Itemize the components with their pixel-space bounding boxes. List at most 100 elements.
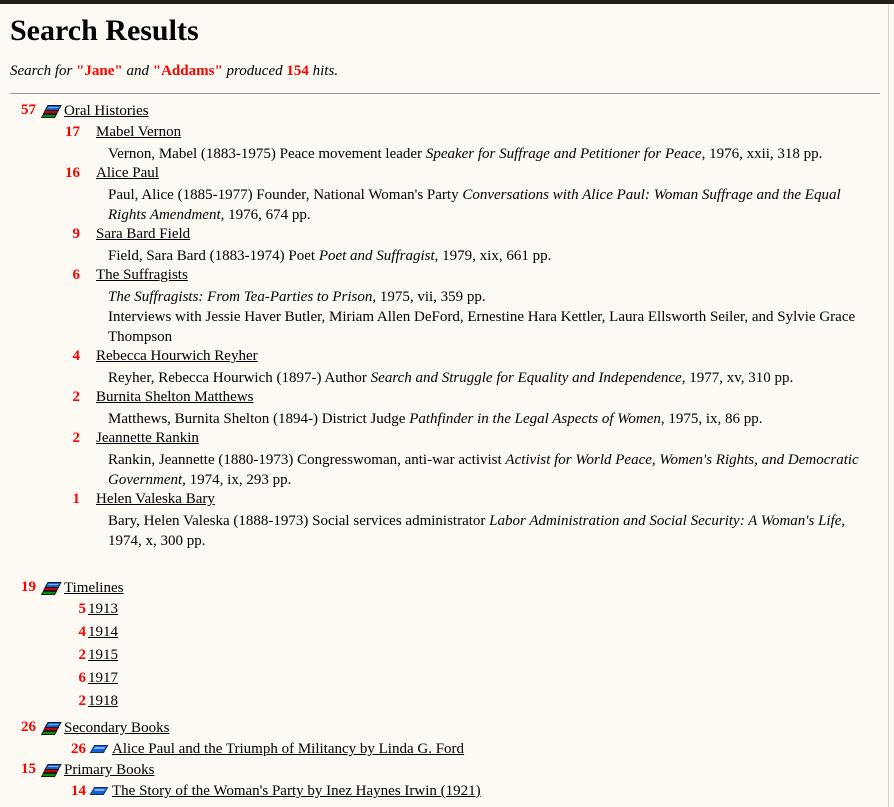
entry-description: Reyher, Rebecca Hourwich (1897-) Author … [0,368,888,388]
entry-desc-pre: Rankin, Jeannette (1880-1973) Congresswo… [108,452,506,468]
group-link-oral-histories[interactable]: Oral Histories [64,103,149,119]
year-link[interactable]: 1913 [88,601,118,617]
list-item: 2 Burnita Shelton Matthews Matthews, Burn… [0,388,888,429]
entry-link[interactable]: Rebecca Hourwich Reyher [96,348,258,364]
results-page: Search Results Search for "Jane" and "Ad… [0,4,888,807]
stacked-books-icon [40,103,62,120]
entry-link[interactable]: Helen Valeska Bary [96,491,215,507]
entry-link[interactable]: Alice Paul [96,165,159,181]
entry-count: 4 [72,348,81,364]
list-item: 2 Jeannette Rankin Rankin, Jeannette (188… [0,429,888,490]
search-conjunction: and [122,63,153,79]
entry-desc-post: , 1975, vii, 359 pp. [372,289,486,305]
entry-desc-post: , 1976, xxii, 318 pp. [701,146,823,162]
stacked-books-icon [40,580,62,597]
year-link[interactable]: 1914 [88,624,118,640]
list-item: 16 Alice Paul Paul, Alice (1885-1977) Fou… [0,164,888,225]
entry-link[interactable]: Jeannette Rankin [96,430,199,446]
entry-description: Field, Sara Bard (1883-1974) Poet Poet a… [0,246,888,266]
entry-count: 6 [72,267,81,283]
list-item: 26 Alice Paul and the Triumph of Militanc… [0,740,888,761]
entry-count: 1 [72,491,81,507]
year-count: 2 [78,693,87,709]
book-icon [89,742,109,758]
entry-desc-pre: Matthews, Burnita Shelton (1894-) Distri… [108,411,410,427]
entry-description: Paul, Alice (1885-1977) Founder, Nationa… [0,185,888,225]
entry-desc-title: Pathfinder in the Legal Aspects of Women [409,411,661,427]
group-count: 57 [21,102,36,118]
list-item: 14 The Story of the Woman's Party by Inez… [0,782,888,803]
group-count: 26 [21,719,36,735]
year-link[interactable]: 1917 [88,670,118,686]
entry-link[interactable]: The Suffragists [96,267,188,283]
entry-link[interactable]: Sara Bard Field [96,226,190,242]
group-count: 15 [21,761,36,777]
entry-desc-pre: Bary, Helen Valeska (1888-1973) Social s… [108,513,490,529]
year-count: 2 [78,647,87,663]
entry-desc-title: Speaker for Suffrage and Petitioner for … [425,146,702,162]
group-link-primary-books[interactable]: Primary Books [64,762,154,778]
stacked-books-icon [40,762,62,779]
entry-count: 16 [65,165,80,181]
year-count: 6 [78,670,87,686]
entry-description: Vernon, Mabel (1883-1975) Peace movement… [0,144,888,164]
entry-desc-post: , 1976, 674 pp. [220,207,311,223]
list-item: 17 Mabel Vernon Vernon, Mabel (1883-1975)… [0,123,888,164]
list-item: 1 Helen Valeska Bary Bary, Helen Valeska … [0,490,888,551]
entry-description: Matthews, Burnita Shelton (1894-) Distri… [0,409,888,429]
entry-desc-title: Poet and Suffragist [318,248,435,264]
entry-link[interactable]: Burnita Shelton Matthews [96,389,254,405]
entry-desc-title: Labor Administration and Social Security… [489,513,842,529]
entry-desc-post: , 1974, ix, 293 pp. [182,472,292,488]
group-header[interactable]: 15 Primary Books [0,761,888,782]
entry-count: 17 [65,124,80,140]
page-title: Search Results [10,14,199,47]
group-header[interactable]: 57 Oral Histories [0,102,888,123]
list-item: 6 1917 [0,669,888,692]
group-link-timelines[interactable]: Timelines [64,580,123,596]
entry-link[interactable]: Mabel Vernon [96,124,181,140]
entry-desc-post: , 1979, xix, 661 pp. [434,248,552,264]
page-right-border [888,4,889,807]
book-count: 14 [71,783,86,799]
list-item: 2 1918 [0,692,888,715]
group-header[interactable]: 26 Secondary Books [0,719,888,740]
search-produced-text: produced [222,63,287,79]
list-item: 6 The Suffragists The Suffragists: From T… [0,266,888,347]
result-group-oral-histories: 57 Oral Histories 17 Mabel Vernon Vernon, … [0,102,888,551]
entry-description: Rankin, Jeannette (1880-1973) Congresswo… [0,450,888,490]
results-list: 57 Oral Histories 17 Mabel Vernon Vernon, … [0,94,888,803]
entry-desc-title: Search and Struggle for Equality and Ind… [370,370,682,386]
list-item: 9 Sara Bard Field Field, Sara Bard (1883-… [0,225,888,266]
search-term-1: "Jane" [76,63,123,79]
search-hits-suffix: hits. [308,63,339,79]
book-link[interactable]: Alice Paul and the Triumph of Militancy … [112,741,464,757]
entry-desc-pre: Field, Sara Bard (1883-1974) Poet [108,248,319,264]
result-group-timelines: 19 Timelines 5 1913 4 1914 2 1915 6 1917 2 191… [0,579,888,715]
group-link-secondary-books[interactable]: Secondary Books [64,720,169,736]
year-link[interactable]: 1915 [88,647,118,663]
entry-desc-pre: Paul, Alice (1885-1977) Founder, Nationa… [108,187,463,203]
entry-count: 2 [72,389,81,405]
entry-desc-pre: Vernon, Mabel (1883-1975) Peace movement… [108,146,426,162]
list-item: 5 1913 [0,600,888,623]
stacked-books-icon [40,720,62,737]
entry-description: The Suffragists: From Tea-Parties to Pri… [0,287,888,307]
book-count: 26 [71,741,86,757]
entry-desc-title: The Suffragists: From Tea-Parties to Pri… [108,289,373,305]
entry-desc-pre: Reyher, Rebecca Hourwich (1897-) Author [108,370,371,386]
year-count: 4 [78,624,87,640]
search-summary-prefix: Search for [10,63,77,79]
list-item: 4 1914 [0,623,888,646]
entry-desc-post: , 1975, ix, 86 pp. [660,411,763,427]
book-link[interactable]: The Story of the Woman's Party by Inez H… [112,783,481,799]
entry-description-extra: Interviews with Jessie Haver Butler, Mir… [108,309,856,345]
entry-count: 2 [72,430,81,446]
group-header[interactable]: 19 Timelines [0,579,888,600]
result-group-secondary-books: 26 Secondary Books 26 Alice Paul and the T… [0,719,888,761]
entry-desc-post: , 1977, xv, 310 pp. [681,370,794,386]
entry-description: Bary, Helen Valeska (1888-1973) Social s… [0,511,888,551]
year-link[interactable]: 1918 [88,693,118,709]
list-item: 4 Rebecca Hourwich Reyher Reyher, Rebecca… [0,347,888,388]
